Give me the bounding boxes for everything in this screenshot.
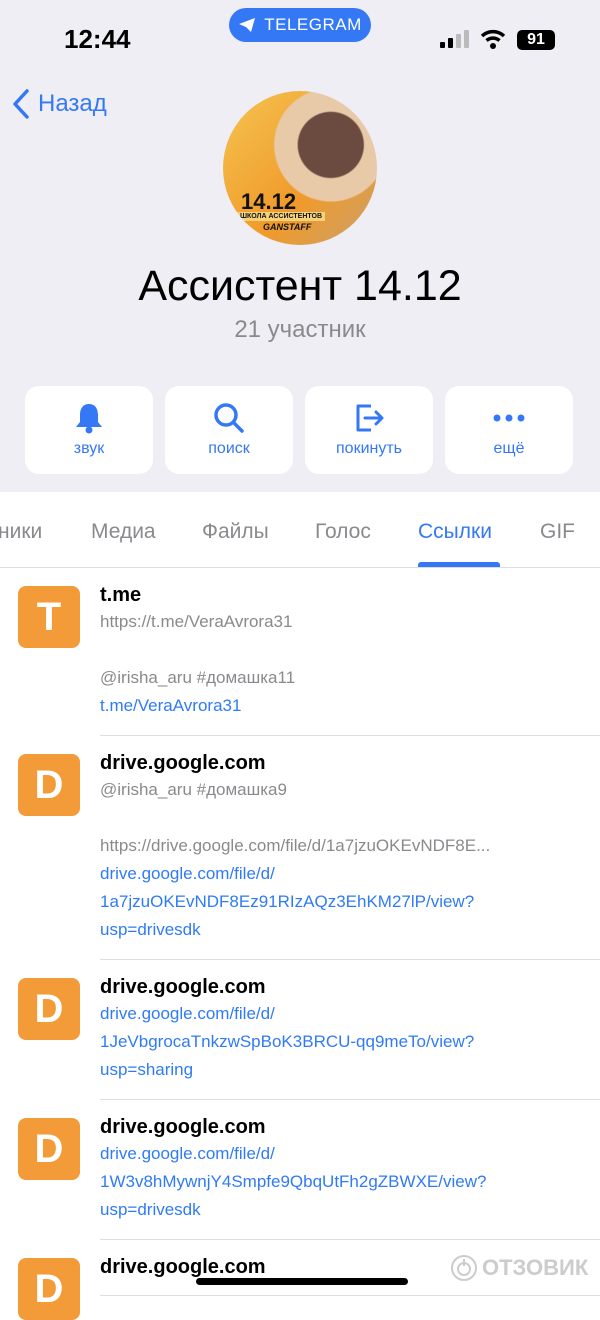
link-item[interactable]: Ddrive.google.com @irisha_aru #домашка9 ht… [0, 736, 600, 960]
chat-title: Ассистент 14.12 [138, 262, 462, 310]
link-description: @irisha_aru #домашка11 [100, 668, 296, 687]
battery-indicator: 91 [517, 30, 555, 50]
link-item[interactable]: Ddrive.google.com drive.google.com/file/d… [0, 1100, 600, 1240]
link-url[interactable]: 1JeVbgrocaTnkzwSpBoK3BRCU-qq9meTo/view? [100, 1028, 600, 1056]
link-letter-icon: D [18, 1118, 80, 1180]
avatar-subtitle: ШКОЛА АССИСТЕНТОВ [237, 212, 325, 221]
tab-members[interactable]: ники [0, 520, 42, 544]
action-buttons: звук поиск покинуть ещё [25, 386, 573, 474]
status-time: 12:44 [64, 24, 131, 54]
tab-gif[interactable]: GIF [540, 520, 575, 544]
tab-files[interactable]: Файлы [202, 520, 269, 544]
more-button[interactable]: ещё [445, 386, 573, 474]
links-list: Tt.me https://t.me/VeraAvrora31 @irisha_ar… [0, 568, 600, 1320]
link-item[interactable]: Tt.me https://t.me/VeraAvrora31 @irisha_ar… [0, 568, 600, 736]
tab-media[interactable]: Медиа [91, 520, 156, 544]
more-label: ещё [493, 440, 525, 457]
sound-label: звук [73, 440, 105, 457]
telegram-pill[interactable]: TELEGRAM [229, 8, 371, 42]
wifi-icon [480, 29, 506, 49]
watermark: ОТЗОВИК [450, 1254, 588, 1282]
link-description: https://drive.google.com/file/d/1a7jzuOK… [100, 836, 491, 855]
link-domain: drive.google.com [100, 976, 266, 998]
chat-avatar[interactable]: 14.12 ШКОЛА АССИСТЕНТОВ GANSTAFF [223, 91, 377, 245]
tab-links[interactable]: Ссылки [418, 520, 492, 544]
home-indicator[interactable] [196, 1278, 408, 1285]
link-url[interactable]: usp=sharing [100, 1056, 600, 1084]
media-tabs: ники Медиа Файлы Голос Ссылки GIF [0, 492, 600, 568]
link-url[interactable]: drive.google.com/file/d/ [100, 1000, 600, 1028]
leave-button[interactable]: покинуть [305, 386, 433, 474]
link-item[interactable]: Ddrive.google.com drive.google.com/file/d… [0, 960, 600, 1100]
telegram-icon [239, 18, 256, 32]
more-icon [493, 414, 525, 422]
link-url[interactable]: 1W3v8hMywnjY4Smpfe9QbqUtFh2gZBWXE/view? [100, 1168, 600, 1196]
link-letter-icon: D [18, 754, 80, 816]
signal-icon [440, 30, 469, 48]
active-tab-indicator [418, 562, 500, 567]
divider [100, 1295, 600, 1296]
tab-voice[interactable]: Голос [315, 520, 371, 544]
power-icon [451, 1255, 477, 1281]
avatar-brand: GANSTAFF [263, 222, 312, 232]
link-url[interactable]: drive.google.com/file/d/ [100, 860, 600, 888]
link-description: @irisha_aru #домашка9 [100, 780, 287, 799]
sound-button[interactable]: звук [25, 386, 153, 474]
link-letter-icon: T [18, 586, 80, 648]
link-url[interactable]: drive.google.com/file/d/ [100, 1140, 600, 1168]
link-domain: drive.google.com [100, 752, 266, 774]
link-domain: drive.google.com [100, 1116, 266, 1138]
link-letter-icon: D [18, 1258, 80, 1320]
link-url[interactable]: usp=drivesdk [100, 1196, 600, 1224]
link-letter-icon: D [18, 978, 80, 1040]
link-domain: t.me [100, 584, 142, 606]
bell-icon [76, 404, 102, 434]
link-url[interactable]: 1a7jzuOKEvNDF8Ez91RIzAQz3EhKM27lP/view? [100, 888, 600, 916]
back-label: Назад [38, 90, 107, 117]
search-button[interactable]: поиск [165, 386, 293, 474]
link-description: https://t.me/VeraAvrora31 [100, 612, 293, 631]
leave-label: покинуть [336, 440, 402, 457]
link-url[interactable]: t.me/VeraAvrora31 [100, 692, 600, 720]
chevron-left-icon [13, 89, 29, 119]
pill-label: TELEGRAM [264, 15, 362, 34]
leave-icon [356, 404, 384, 432]
watermark-text: ОТЗОВИК [482, 1255, 589, 1280]
link-url[interactable]: usp=drivesdk [100, 916, 600, 944]
search-label: поиск [208, 440, 250, 457]
search-icon [214, 403, 244, 433]
back-button[interactable]: Назад [12, 88, 107, 120]
member-count: 21 участник [234, 316, 366, 343]
